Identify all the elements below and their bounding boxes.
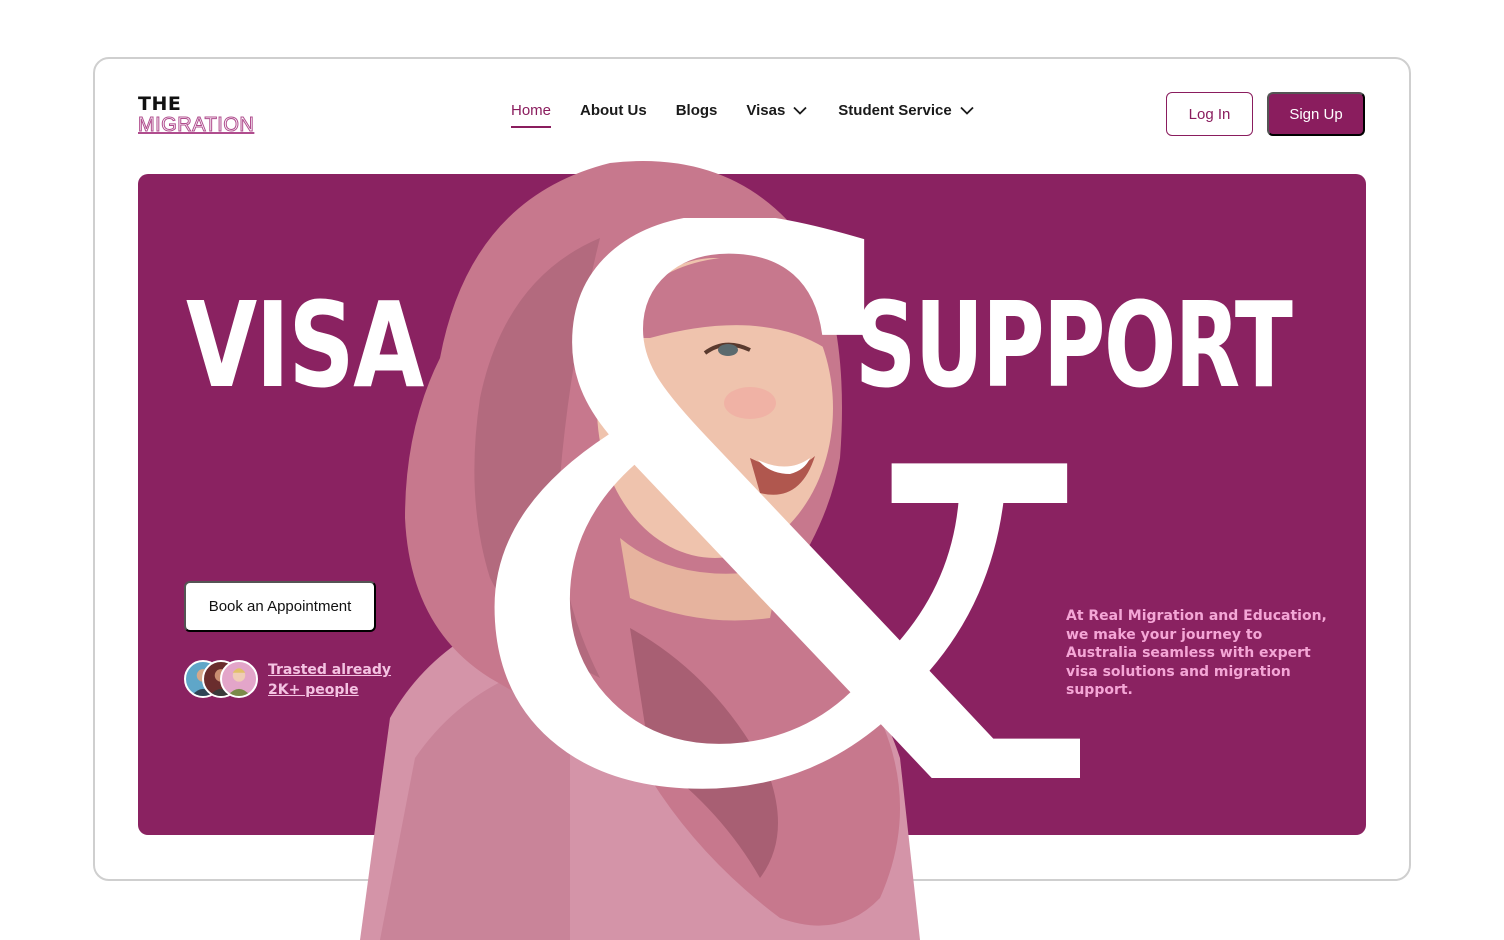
nav-item-label: Student Service xyxy=(838,102,952,119)
brand-line-2: MIGRATION xyxy=(137,114,255,136)
nav-item-label: Blogs xyxy=(675,102,718,119)
ampersand-graphic: & xyxy=(440,218,1080,898)
chevron-down-icon xyxy=(960,106,974,115)
nav-item-about-us[interactable]: About Us xyxy=(580,102,647,119)
nav-item-student-service[interactable]: Student Service xyxy=(838,102,974,119)
chevron-down-icon xyxy=(793,106,807,115)
avatar-group xyxy=(184,660,260,698)
trusted-line-2: 2K+ people xyxy=(268,682,359,698)
nav-item-label: About Us xyxy=(580,102,647,119)
avatar xyxy=(220,660,258,698)
signup-button[interactable]: Sign Up xyxy=(1267,92,1365,136)
ampersand-glyph: & xyxy=(440,218,1080,898)
book-appointment-button[interactable]: Book an Appointment xyxy=(184,581,376,632)
login-button[interactable]: Log In xyxy=(1166,92,1253,136)
main-nav: Home About Us Blogs Visas Student Servic… xyxy=(511,102,974,128)
hero-description: At Real Migration and Education, we make… xyxy=(1066,608,1327,698)
nav-item-label: Home xyxy=(511,102,552,119)
nav-item-blogs[interactable]: Blogs xyxy=(676,102,718,119)
trusted-line-1: Trasted already xyxy=(268,662,392,678)
hero-word-visa: VISA xyxy=(186,276,424,414)
brand-logo[interactable]: THE MIGRATION xyxy=(137,93,255,136)
nav-item-label: Visas xyxy=(746,102,786,119)
brand-line-1: THE xyxy=(138,93,182,115)
trusted-link[interactable]: Trasted already 2K+ people xyxy=(268,660,408,700)
nav-item-home[interactable]: Home xyxy=(511,102,552,128)
nav-item-visas[interactable]: Visas xyxy=(746,102,807,119)
